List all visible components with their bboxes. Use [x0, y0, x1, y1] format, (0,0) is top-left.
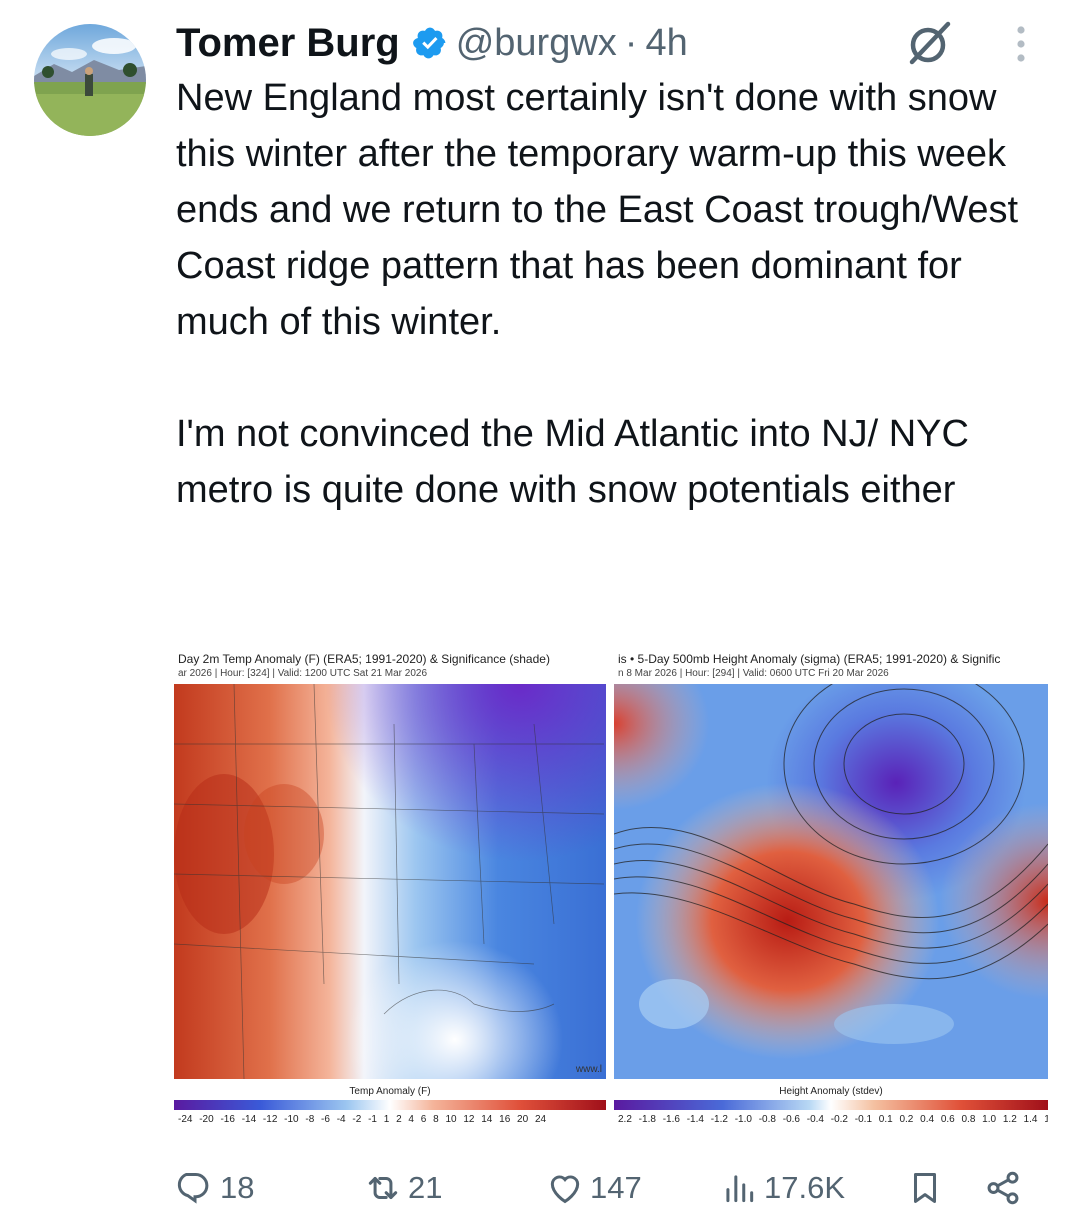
bookmark-button[interactable]	[906, 1160, 944, 1216]
repost-icon	[368, 1176, 398, 1200]
tweet-header: Tomer Burg @burgwx · 4h	[176, 18, 688, 68]
avatar[interactable]	[34, 24, 146, 136]
map-title: Day 2m Temp Anomaly (F) (ERA5; 1991-2020…	[178, 652, 550, 666]
grok-icon[interactable]	[904, 18, 954, 68]
tweet-timestamp[interactable]: 4h	[645, 22, 687, 65]
height-anomaly-map-image	[614, 684, 1048, 1079]
temp-anomaly-map-image	[174, 684, 606, 1079]
colorbar-label: Temp Anomaly (F)	[349, 1086, 431, 1097]
like-count: 147	[590, 1170, 642, 1205]
views-button[interactable]: 17.6K	[720, 1160, 845, 1216]
like-button[interactable]: 147	[546, 1160, 642, 1216]
separator-dot: ·	[624, 21, 638, 64]
temp-colorbar	[174, 1100, 606, 1110]
views-icon	[726, 1175, 754, 1203]
temp-anomaly-map[interactable]: Day 2m Temp Anomaly (F) (ERA5; 1991-2020…	[174, 644, 606, 1136]
bookmark-icon	[913, 1173, 937, 1203]
more-icon[interactable]	[1014, 24, 1028, 64]
height-colorbar	[614, 1100, 1048, 1110]
map-subtitle: n 8 Mar 2026 | Hour: [294] | Valid: 0600…	[618, 668, 889, 679]
verified-badge-icon	[412, 27, 446, 59]
repost-button[interactable]: 21	[364, 1160, 442, 1216]
like-icon	[550, 1175, 580, 1204]
reply-count: 18	[220, 1170, 255, 1205]
colorbar-label: Height Anomaly (stdev)	[779, 1086, 883, 1097]
height-anomaly-map[interactable]: is • 5-Day 500mb Height Anomaly (sigma) …	[614, 644, 1048, 1136]
tweet-text: New England most certainly isn't done wi…	[176, 77, 1019, 511]
tweet-media[interactable]: Day 2m Temp Anomaly (F) (ERA5; 1991-2020…	[174, 644, 1048, 1136]
map-subtitle: ar 2026 | Hour: [324] | Valid: 1200 UTC …	[178, 668, 428, 679]
map-title: is • 5-Day 500mb Height Anomaly (sigma) …	[618, 652, 1001, 666]
reply-button[interactable]: 18	[176, 1160, 254, 1216]
reply-icon	[177, 1173, 209, 1204]
colorbar-ticks: 2.2 -1.8 -1.6 -1.4 -1.2 -1.0 -0.8 -0.6 -…	[618, 1114, 1048, 1125]
map-watermark: www.l	[575, 1064, 602, 1075]
author-handle[interactable]: @burgwx	[456, 22, 617, 65]
author-display-name[interactable]: Tomer Burg	[176, 21, 400, 66]
tweet-actions: 18 21 147 17.6K	[176, 1160, 1036, 1216]
share-button[interactable]	[984, 1160, 1022, 1216]
share-icon	[987, 1171, 1019, 1205]
repost-count: 21	[408, 1170, 443, 1205]
views-count: 17.6K	[764, 1170, 846, 1205]
colorbar-ticks: -24 -20 -16 -14 -12 -10 -8 -6 -4 -2 -1 1…	[178, 1114, 547, 1125]
